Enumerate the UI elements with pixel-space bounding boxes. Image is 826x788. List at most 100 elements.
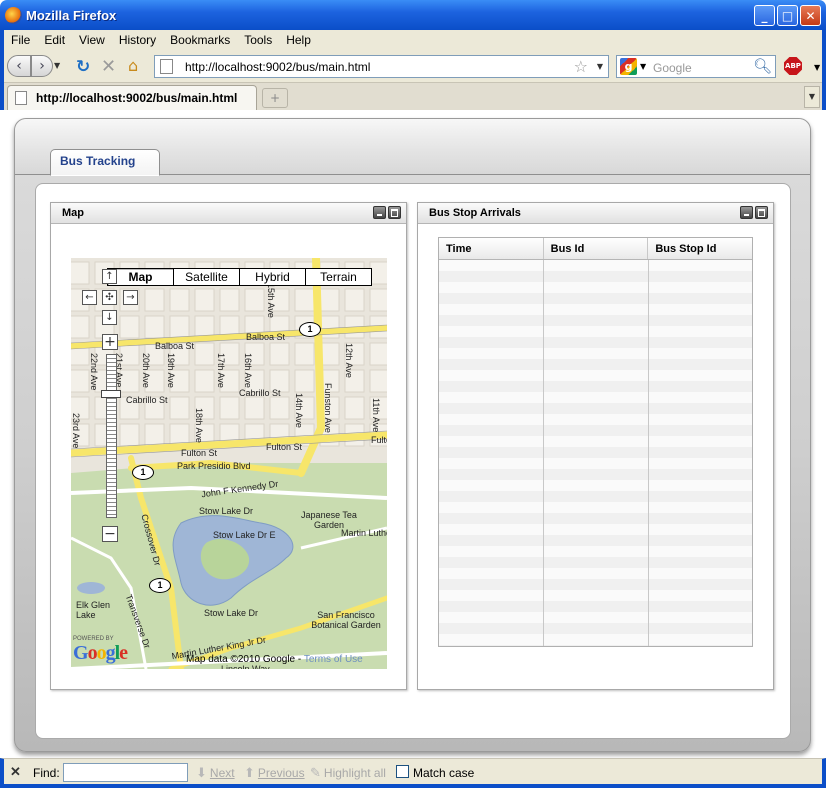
map-type-map[interactable]: Map — [107, 268, 174, 286]
adblock-icon[interactable]: ABP — [784, 57, 802, 75]
map-type-satellite[interactable]: Satellite — [173, 268, 240, 286]
menu-tools[interactable]: Tools — [237, 30, 279, 50]
browser-tab-label: http://localhost:9002/bus/main.html — [36, 91, 238, 105]
highlight-all-button[interactable]: ✎ Highlight all — [310, 765, 386, 781]
close-button[interactable]: ✕ — [800, 5, 821, 26]
url-bar[interactable]: http://localhost:9002/bus/main.html ☆ ▼ — [154, 55, 609, 78]
home-icon[interactable]: ⌂ — [128, 56, 138, 75]
stop-icon[interactable]: ✕ — [101, 56, 116, 77]
zoom-out-button[interactable]: − — [102, 526, 118, 542]
city-block — [294, 369, 315, 393]
city-block — [169, 288, 190, 312]
match-case-label[interactable]: Match case — [413, 766, 474, 780]
menu-help[interactable]: Help — [279, 30, 318, 50]
close-find-bar-icon[interactable]: ✕ — [10, 764, 21, 780]
zoom-slider-handle[interactable] — [101, 390, 121, 398]
reload-icon[interactable]: ↻ — [76, 57, 90, 77]
url-dropdown-icon[interactable]: ▼ — [597, 62, 603, 71]
street-label: Funston Ave — [323, 383, 333, 433]
street-label: 16th Ave — [243, 353, 253, 388]
tab-list-dropdown-icon[interactable]: ▼ — [804, 86, 820, 108]
city-block — [119, 315, 140, 339]
menu-bookmarks[interactable]: Bookmarks — [163, 30, 237, 50]
new-tab-button[interactable]: + — [262, 88, 288, 108]
search-input[interactable]: Google — [653, 61, 692, 75]
maximize-panel-button[interactable] — [755, 206, 768, 219]
match-case-checkbox[interactable] — [396, 765, 409, 778]
street-label: Fulton St — [371, 435, 387, 445]
map-type-terrain[interactable]: Terrain — [305, 268, 372, 286]
route-shield: 1 — [149, 578, 171, 593]
street-label: 20th Ave — [141, 353, 151, 388]
pan-up-button[interactable]: ↑ — [102, 269, 117, 284]
search-icon[interactable]: 🔍︎ — [753, 57, 772, 75]
menu-view[interactable]: View — [72, 30, 112, 50]
navigation-toolbar: ‹ › ▼ ↻ ✕ ⌂ http://localhost:9002/bus/ma… — [4, 51, 822, 81]
forward-button[interactable]: › — [31, 55, 53, 77]
arrivals-panel-header: Bus Stop Arrivals — [418, 203, 773, 224]
minimize-button[interactable]: _ — [754, 5, 775, 26]
column-header-bus-stop-id[interactable]: Bus Stop Id — [648, 238, 752, 259]
zoom-in-button[interactable]: + — [102, 334, 118, 350]
arrow-up-icon: ⬆ — [244, 765, 255, 780]
city-block — [244, 288, 265, 312]
street-label: Cabrillo St — [126, 395, 168, 405]
menu-edit[interactable]: Edit — [37, 30, 72, 50]
street-label: Cabrillo St — [239, 388, 281, 398]
menu-history[interactable]: History — [112, 30, 163, 50]
search-bar[interactable]: g ▼ Google 🔍︎ — [616, 55, 776, 78]
column-header-time[interactable]: Time — [439, 238, 544, 259]
map-canvas[interactable]: Balboa St Balboa St Cabrillo St Cabrillo… — [71, 258, 387, 669]
adblock-dropdown-icon[interactable]: ▼ — [814, 63, 820, 72]
url-text[interactable]: http://localhost:9002/bus/main.html — [185, 60, 370, 74]
route-shield: 1 — [132, 465, 154, 480]
pan-right-button[interactable]: → — [123, 290, 138, 305]
map-attribution: Map data ©2010 Google - Terms of Use — [186, 654, 363, 665]
tab-bus-tracking[interactable]: Bus Tracking — [50, 149, 160, 176]
city-block — [219, 396, 240, 420]
city-block — [369, 261, 387, 285]
minimize-panel-button[interactable] — [373, 206, 386, 219]
browser-tab[interactable]: http://localhost:9002/bus/main.html — [7, 85, 257, 110]
page-content: Bus Tracking Map Balboa St Balboa St Cab… — [4, 110, 822, 758]
google-logo[interactable]: POWERED BY Google — [73, 636, 128, 665]
maximize-button[interactable]: □ — [777, 5, 798, 26]
street-label: 17th Ave — [216, 353, 226, 388]
find-label: Find: — [33, 766, 60, 780]
map-panel: Map Balboa St Balboa St Cabrillo St Cabr… — [50, 202, 407, 690]
map-panel-title: Map — [62, 207, 84, 219]
street-label: Balboa St — [246, 332, 286, 342]
street-label: 18th Ave — [194, 408, 204, 443]
map-type-hybrid[interactable]: Hybrid — [239, 268, 306, 286]
map-type-control: Map Satellite Hybrid Terrain — [107, 268, 372, 286]
google-icon[interactable]: g — [620, 58, 637, 75]
menu-file[interactable]: File — [4, 30, 37, 50]
bookmark-star-icon[interactable]: ☆ — [574, 57, 588, 76]
terms-of-use-link[interactable]: Terms of Use — [304, 654, 363, 665]
place-label: San Francisco Botanical Garden — [311, 610, 381, 630]
city-block — [169, 315, 190, 339]
column-header-bus-id[interactable]: Bus Id — [544, 238, 649, 259]
pan-down-button[interactable]: ↓ — [102, 310, 117, 325]
city-block — [269, 396, 290, 420]
city-block — [194, 369, 215, 393]
back-button[interactable]: ‹ — [7, 55, 31, 77]
find-previous-button[interactable]: ⬆ Previous — [244, 765, 305, 781]
street-label: 15th Ave — [266, 283, 276, 318]
city-block — [71, 261, 90, 285]
find-next-button[interactable]: ⬇ Next — [196, 765, 235, 781]
street-label: 11th Ave — [371, 398, 381, 433]
street-label: Stow Lake Dr E — [213, 530, 276, 540]
search-engine-dropdown-icon[interactable]: ▼ — [640, 62, 646, 71]
arrivals-table-header: Time Bus Id Bus Stop Id — [439, 238, 752, 260]
arrivals-table-body — [439, 260, 752, 646]
city-block — [219, 288, 240, 312]
zoom-slider[interactable] — [106, 354, 117, 518]
minimize-panel-button[interactable] — [740, 206, 753, 219]
history-dropdown-icon[interactable]: ▼ — [54, 61, 60, 70]
pan-reset-button[interactable]: ✣ — [102, 290, 117, 305]
maximize-panel-button[interactable] — [388, 206, 401, 219]
pan-left-button[interactable]: ← — [82, 290, 97, 305]
find-input[interactable] — [63, 763, 188, 782]
street-label: Fulton St — [181, 448, 218, 458]
